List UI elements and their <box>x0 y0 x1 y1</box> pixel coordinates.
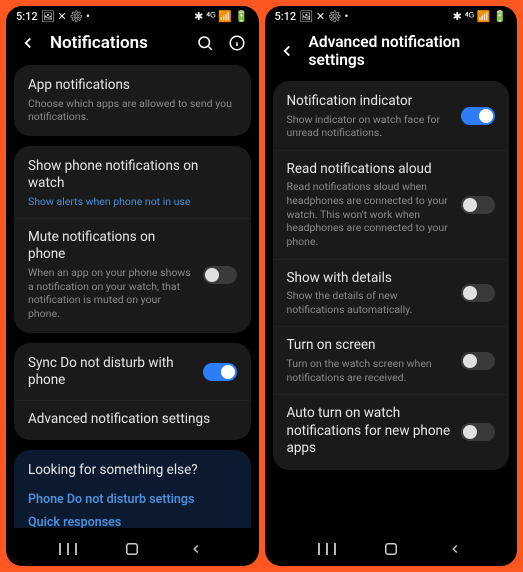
row-title: Show phone notifications on watch <box>28 158 237 193</box>
nav-bar <box>265 528 518 566</box>
card-sync-advanced: Sync Do not disturb with phone Advanced … <box>14 343 251 441</box>
row-turn-on-screen[interactable]: Turn on screen Turn on the watch screen … <box>273 326 510 394</box>
content: Notification indicator Show indicator on… <box>265 81 518 528</box>
header: Notifications <box>6 25 259 65</box>
toggle-read-aloud[interactable] <box>461 196 495 214</box>
row-sub: Show indicator on watch face for unread … <box>287 113 452 140</box>
info-icon[interactable] <box>227 33 247 53</box>
row-show-on-watch[interactable]: Show phone notifications on watch Show a… <box>14 148 251 218</box>
row-notification-indicator[interactable]: Notification indicator Show indicator on… <box>273 83 510 150</box>
status-left-icons: 🖼 ✕ ⚙ • <box>41 10 90 23</box>
toggle-mute[interactable] <box>203 266 237 284</box>
row-mute-on-phone[interactable]: Mute notifications on phone When an app … <box>14 218 251 331</box>
row-read-aloud[interactable]: Read notifications aloud Read notificati… <box>273 150 510 259</box>
row-title: Sync Do not disturb with phone <box>28 355 193 390</box>
card-advanced: Notification indicator Show indicator on… <box>273 81 510 470</box>
row-title: Advanced notification settings <box>28 411 237 429</box>
row-title: Mute notifications on phone <box>28 229 193 264</box>
link-quick-responses[interactable]: Quick responses <box>28 511 237 528</box>
row-sub: Show the details of new notifications au… <box>287 289 452 316</box>
row-title: Auto turn on watch notifications for new… <box>287 405 452 458</box>
nav-home-icon[interactable] <box>121 538 143 560</box>
link-dnd-settings[interactable]: Phone Do not disturb settings <box>28 488 237 511</box>
row-auto-new-apps[interactable]: Auto turn on watch notifications for new… <box>273 394 510 468</box>
row-sync-dnd[interactable]: Sync Do not disturb with phone <box>14 345 251 400</box>
card-watch-options: Show phone notifications on watch Show a… <box>14 146 251 333</box>
row-sub: Choose which apps are allowed to send yo… <box>28 97 237 124</box>
card-app-notifications: App notifications Choose which apps are … <box>14 65 251 136</box>
looking-title: Looking for something else? <box>28 462 237 478</box>
row-title: App notifications <box>28 77 237 95</box>
row-show-details[interactable]: Show with details Show the details of ne… <box>273 259 510 327</box>
row-sub: Read notifications aloud when headphones… <box>287 180 452 248</box>
page-title: Advanced notification settings <box>309 33 506 69</box>
phone-right: 5:12 🖼 ✕ ⚙ • ✱ ⁴ᴳ 📶 🔋 Advanced notificat… <box>265 6 518 566</box>
status-right-icons: ✱ ⁴ᴳ 📶 🔋 <box>194 10 248 23</box>
nav-back-icon[interactable] <box>444 538 466 560</box>
header: Advanced notification settings <box>265 25 518 81</box>
row-sub: Turn on the watch screen when notificati… <box>287 357 452 384</box>
toggle-screen[interactable] <box>461 352 495 370</box>
back-icon[interactable] <box>18 33 38 53</box>
nav-bar <box>6 528 259 566</box>
row-title: Turn on screen <box>287 337 452 355</box>
row-sub-link: Show alerts when phone not in use <box>28 195 237 208</box>
row-sub: When an app on your phone shows a notifi… <box>28 266 193 321</box>
nav-recents-icon[interactable] <box>57 538 79 560</box>
toggle-details[interactable] <box>461 284 495 302</box>
row-title: Show with details <box>287 270 452 288</box>
row-title: Notification indicator <box>287 93 452 111</box>
toggle-auto-new-apps[interactable] <box>461 423 495 441</box>
status-time: 5:12 <box>275 10 297 23</box>
toggle-sync-dnd[interactable] <box>203 363 237 381</box>
nav-recents-icon[interactable] <box>316 538 338 560</box>
page-title: Notifications <box>50 33 183 53</box>
toggle-indicator[interactable] <box>461 107 495 125</box>
back-icon[interactable] <box>277 41 297 61</box>
status-right-icons: ✱ ⁴ᴳ 📶 🔋 <box>453 10 507 23</box>
phone-left: 5:12 🖼 ✕ ⚙ • ✱ ⁴ᴳ 📶 🔋 Notifications App … <box>6 6 259 566</box>
nav-home-icon[interactable] <box>380 538 402 560</box>
content: App notifications Choose which apps are … <box>6 65 259 528</box>
card-looking-for: Looking for something else? Phone Do not… <box>14 450 251 528</box>
row-title: Read notifications aloud <box>287 161 452 179</box>
status-left-icons: 🖼 ✕ ⚙ • <box>299 10 348 23</box>
row-advanced-settings[interactable]: Advanced notification settings <box>14 400 251 439</box>
status-bar: 5:12 🖼 ✕ ⚙ • ✱ ⁴ᴳ 📶 🔋 <box>6 6 259 25</box>
nav-back-icon[interactable] <box>185 538 207 560</box>
search-icon[interactable] <box>195 33 215 53</box>
row-app-notifications[interactable]: App notifications Choose which apps are … <box>14 67 251 134</box>
status-time: 5:12 <box>16 10 38 23</box>
status-bar: 5:12 🖼 ✕ ⚙ • ✱ ⁴ᴳ 📶 🔋 <box>265 6 518 25</box>
